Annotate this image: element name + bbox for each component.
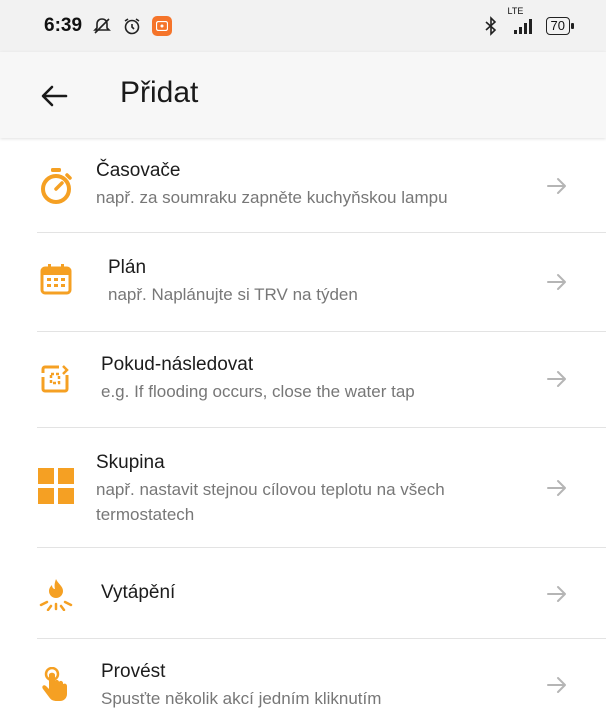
- heating-flame-icon: [38, 575, 74, 611]
- signal-icon: LTE: [508, 6, 536, 36]
- item-title: Provést: [101, 661, 166, 682]
- calendar-icon: [38, 261, 74, 297]
- group-grid-icon: [38, 468, 74, 504]
- chevron-right-icon: [544, 269, 570, 295]
- item-subtitle: e.g. If flooding occurs, close the water…: [101, 382, 415, 401]
- status-time: 6:39: [44, 15, 83, 36]
- tap-hand-icon: [38, 667, 72, 705]
- if-then-icon: [38, 362, 72, 396]
- arrow-left-icon: [41, 85, 68, 107]
- status-bar: 6:39 LTE 70: [0, 0, 606, 52]
- item-title: Vytápění: [101, 582, 176, 603]
- alarm-icon: [122, 16, 142, 36]
- list-item-plan[interactable]: Plán např. Naplánujte si TRV na týden: [0, 233, 606, 331]
- list-item-vytapeni[interactable]: Vytápění: [0, 548, 606, 638]
- chevron-right-icon: [544, 366, 570, 392]
- network-label: LTE: [507, 6, 524, 16]
- list-item-casovace[interactable]: Časovače např. za soumraku zapněte kuchy…: [0, 138, 606, 232]
- list-item-pokud-nasledovat[interactable]: Pokud-následovat e.g. If flooding occurs…: [0, 332, 606, 427]
- chevron-right-icon: [544, 173, 570, 199]
- page-title: Přidat: [120, 76, 199, 109]
- list-item-skupina[interactable]: Skupina např. nastavit stejnou cílovou t…: [0, 428, 606, 547]
- app-notification-icon: [152, 16, 173, 36]
- list-item-provest[interactable]: Provést Spusťte několik akcí jedním klik…: [0, 639, 606, 727]
- item-subtitle: Spusťte několik akcí jedním kliknutím: [101, 689, 382, 708]
- item-title: Plán: [108, 257, 147, 278]
- chevron-right-icon: [544, 581, 570, 607]
- mute-icon: [92, 16, 112, 36]
- item-subtitle: např. nastavit stejnou cílovou teplotu n…: [96, 480, 445, 524]
- back-button[interactable]: [38, 80, 70, 112]
- bluetooth-icon: [484, 16, 498, 36]
- chevron-right-icon: [544, 475, 570, 501]
- item-title: Časovače: [96, 160, 181, 181]
- battery-level: 70: [550, 18, 565, 33]
- item-title: Pokud-následovat: [101, 354, 254, 375]
- item-title: Skupina: [96, 452, 165, 473]
- stopwatch-icon: [38, 166, 74, 206]
- app-bar: Přidat: [0, 52, 606, 138]
- item-subtitle: např. za soumraku zapněte kuchyňskou lam…: [96, 188, 448, 207]
- chevron-right-icon: [544, 672, 570, 698]
- battery-icon: 70: [545, 17, 575, 35]
- item-subtitle: např. Naplánujte si TRV na týden: [108, 285, 358, 304]
